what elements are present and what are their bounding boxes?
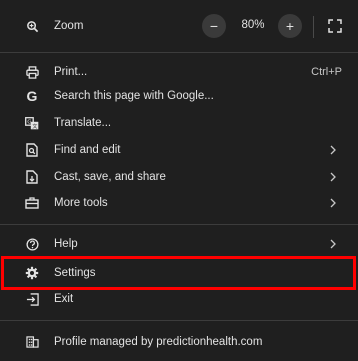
svg-text:G: G [27,119,31,125]
find-page-icon [25,143,39,157]
zoom-in-button[interactable]: + [278,14,302,38]
zoom-separator [313,16,314,38]
divider [0,52,358,53]
menu-item-label: Help [54,238,78,250]
zoom-icon [25,19,39,33]
toolbox-icon [25,196,39,210]
chevron-right-icon [328,145,338,155]
zoom-label: Zoom [54,20,84,32]
fullscreen-icon[interactable] [328,19,342,33]
zoom-row: Zoom − 80% + [0,12,358,40]
menu-item-label: Cast, save, and share [54,171,166,183]
menu-item-find-and-edit[interactable]: Find and edit [0,137,358,163]
menu-item-label: Print... [54,66,88,78]
chevron-right-icon [328,239,338,249]
divider [0,224,358,225]
zoom-in-label: + [285,18,295,34]
printer-icon [25,65,39,79]
zoom-out-label: − [209,18,219,34]
menu-item-translate[interactable]: G 文 Translate... [0,110,358,136]
zoom-control: − 80% + [200,12,306,40]
menu-item-cast-save-share[interactable]: Cast, save, and share [0,164,358,190]
cast-save-icon [25,170,39,184]
menu-item-help[interactable]: Help [0,231,358,257]
menu-item-settings[interactable]: Settings [0,260,358,286]
menu-item-label: Translate... [54,117,112,129]
menu-item-label: Profile managed by predictionhealth.com [54,336,263,348]
google-icon: G [26,88,38,104]
managed-profile-item[interactable]: Profile managed by predictionhealth.com [0,329,358,355]
gear-icon [25,266,39,280]
exit-icon [25,292,39,306]
shortcut-text: Ctrl+P [311,66,342,78]
help-icon [25,237,39,251]
menu-item-label: Settings [54,267,96,279]
zoom-out-button[interactable]: − [202,14,226,38]
chevron-right-icon [328,172,338,182]
divider [0,320,358,321]
menu-item-search-google[interactable]: G Search this page with Google... [0,83,358,109]
menu-item-label: Find and edit [54,144,121,156]
menu-item-print[interactable]: Print... Ctrl+P [0,59,358,85]
translate-icon: G 文 [25,116,39,130]
menu-item-more-tools[interactable]: More tools [0,190,358,216]
zoom-level: 80% [241,19,265,31]
browser-menu: Zoom − 80% + Print... Ctrl+P G Search th… [0,0,358,361]
building-icon [25,335,39,349]
menu-item-exit[interactable]: Exit [0,286,358,312]
menu-item-label: Search this page with Google... [54,90,214,102]
chevron-right-icon [328,198,338,208]
menu-item-label: More tools [54,197,108,209]
svg-text:文: 文 [32,122,37,129]
menu-item-label: Exit [54,293,74,305]
